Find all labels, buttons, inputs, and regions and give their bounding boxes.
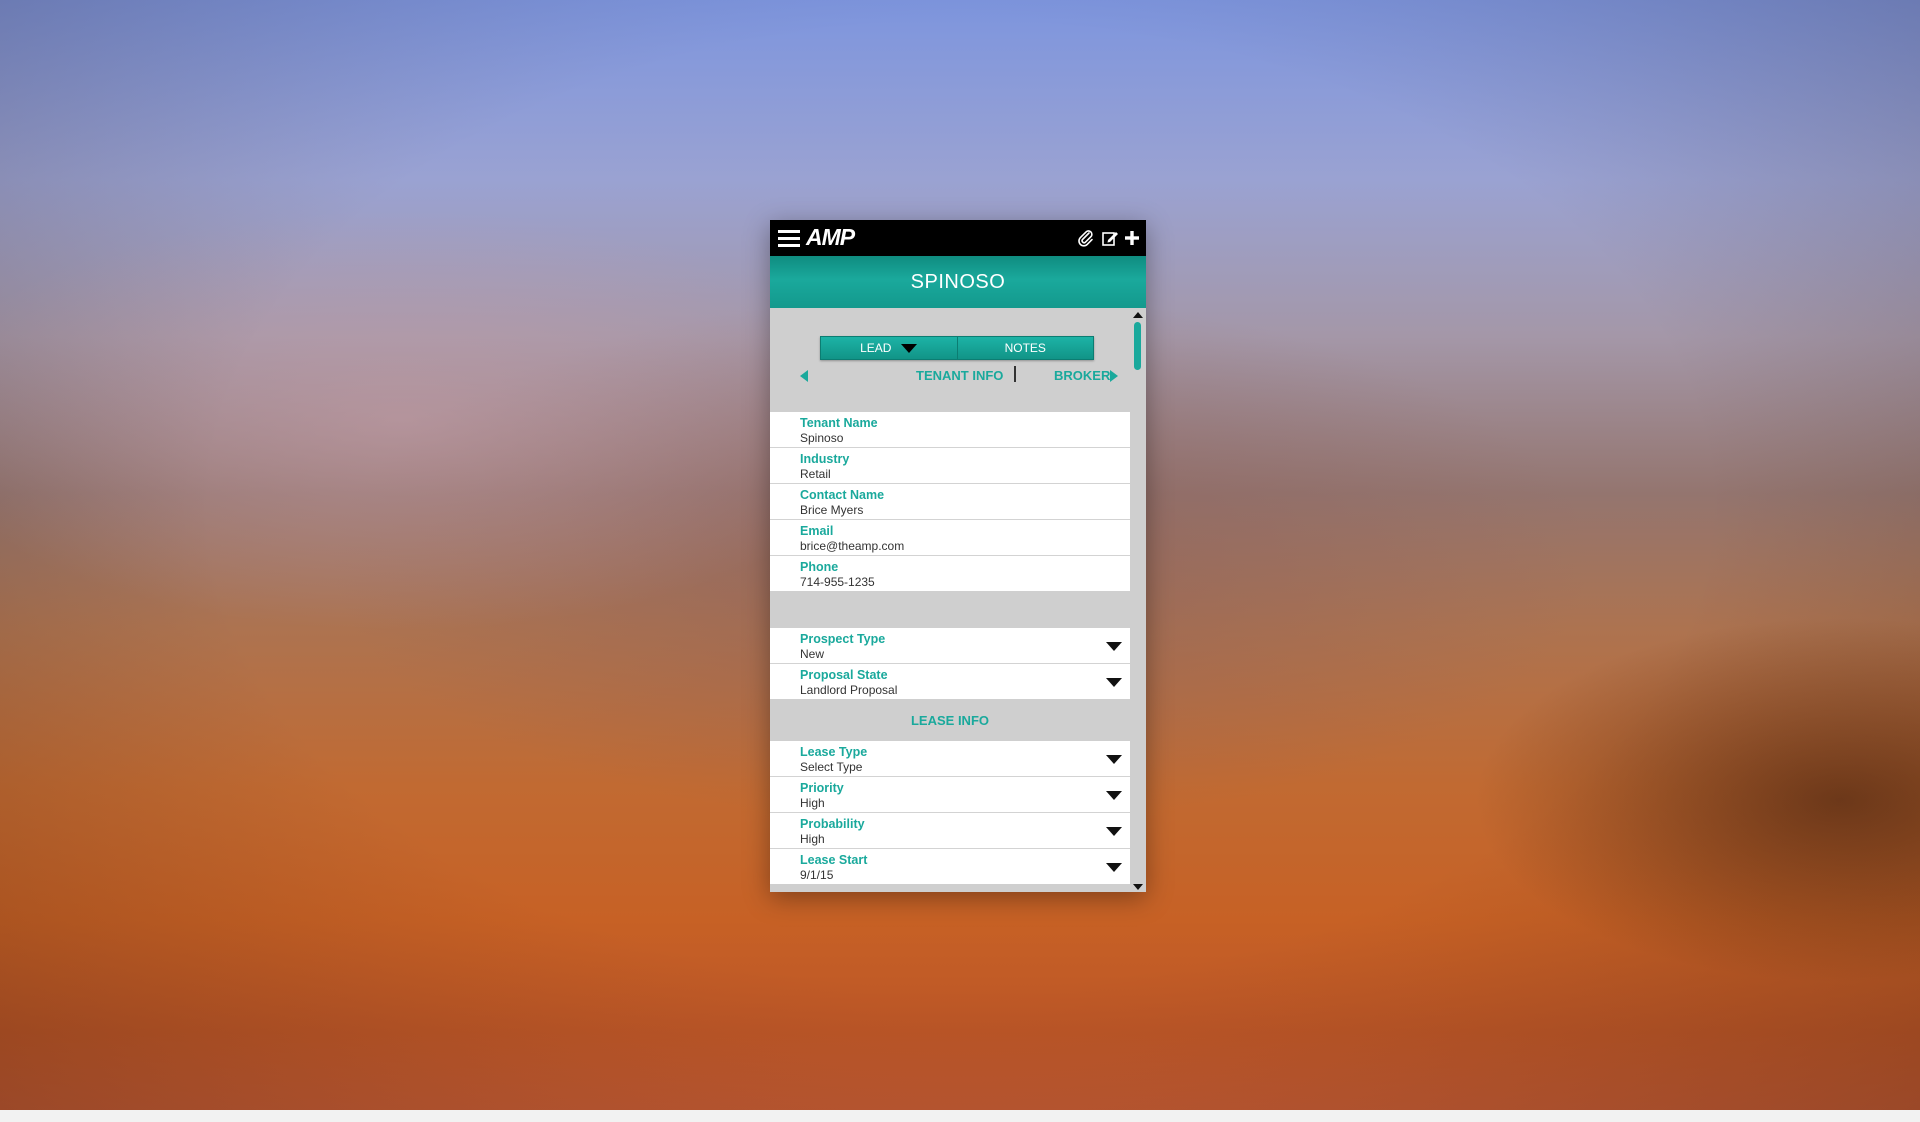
field-label: Phone <box>800 560 839 574</box>
email-field[interactable]: Email brice@theamp.com <box>770 520 1130 556</box>
field-value: Select Type <box>800 760 863 774</box>
contact-name-field[interactable]: Contact Name Brice Myers <box>770 484 1130 520</box>
tab-broker[interactable]: BROKER <box>1054 368 1110 383</box>
prev-arrow-icon[interactable] <box>800 370 808 382</box>
scroll-down-arrow-icon[interactable] <box>1133 884 1143 890</box>
chevron-down-icon <box>1106 827 1122 836</box>
lease-type-select[interactable]: Lease Type Select Type <box>770 741 1130 777</box>
field-value: High <box>800 796 825 810</box>
chevron-down-icon <box>1106 863 1122 872</box>
field-label: Tenant Name <box>800 416 878 430</box>
field-value: High <box>800 832 825 846</box>
lease-start-select[interactable]: Lease Start 9/1/15 <box>770 849 1130 884</box>
paperclip-icon[interactable] <box>1076 228 1096 248</box>
form-scroll-area[interactable]: LEAD NOTES TENANT INFO BROKER Tenant Nam… <box>770 308 1146 892</box>
chevron-down-icon <box>901 344 918 354</box>
vertical-scrollbar[interactable] <box>1130 308 1146 892</box>
proposal-state-select[interactable]: Proposal State Landlord Proposal <box>770 664 1130 699</box>
field-label: Lease Type <box>800 745 868 759</box>
section-nav: TENANT INFO BROKER <box>770 364 1130 388</box>
notes-button[interactable]: NOTES <box>957 337 1093 359</box>
field-label: Priority <box>800 781 844 795</box>
app-logo: AMP <box>806 224 855 250</box>
phone-field[interactable]: Phone 714-955-1235 <box>770 556 1130 591</box>
priority-select[interactable]: Priority High <box>770 777 1130 813</box>
top-bar: AMP <box>770 220 1146 256</box>
lease-info-group: Lease Type Select Type Priority High Pro… <box>770 741 1130 884</box>
field-label: Probability <box>800 817 865 831</box>
field-value: Landlord Proposal <box>800 683 898 697</box>
scrollbar-thumb[interactable] <box>1134 322 1141 370</box>
field-value: Brice Myers <box>800 503 864 517</box>
next-arrow-icon[interactable] <box>1110 370 1118 382</box>
app-window: AMP SPINOSO LEAD NOTES TENANT INFO BROKE… <box>770 220 1146 892</box>
record-title: SPINOSO <box>770 256 1146 308</box>
chevron-down-icon <box>1106 755 1122 764</box>
tenant-info-group: Tenant Name Spinoso Industry Retail Cont… <box>770 412 1130 591</box>
chevron-down-icon <box>1106 678 1122 687</box>
field-label: Lease Start <box>800 853 868 867</box>
field-value: brice@theamp.com <box>800 539 905 553</box>
scroll-up-arrow-icon[interactable] <box>1133 312 1143 318</box>
lead-label: LEAD <box>860 341 892 355</box>
tenant-name-field[interactable]: Tenant Name Spinoso <box>770 412 1130 448</box>
tab-tenant-info[interactable]: TENANT INFO <box>916 368 1003 383</box>
field-label: Contact Name <box>800 488 885 502</box>
plus-icon[interactable] <box>1122 228 1142 248</box>
industry-field[interactable]: Industry Retail <box>770 448 1130 484</box>
probability-select[interactable]: Probability High <box>770 813 1130 849</box>
edit-icon[interactable] <box>1100 228 1120 248</box>
field-value: Spinoso <box>800 431 844 445</box>
lead-dropdown-button[interactable]: LEAD <box>821 337 958 359</box>
field-label: Industry <box>800 452 850 466</box>
field-label: Email <box>800 524 834 538</box>
field-value: Retail <box>800 467 831 481</box>
field-value: 714-955-1235 <box>800 575 875 589</box>
field-value: 9/1/15 <box>800 868 834 882</box>
field-label: Proposal State <box>800 668 888 682</box>
lease-info-heading: LEASE INFO <box>910 713 989 728</box>
chevron-down-icon <box>1106 642 1122 651</box>
field-value: New <box>800 647 825 661</box>
menu-icon[interactable] <box>778 228 800 248</box>
bottom-strip <box>0 1110 1920 1122</box>
status-group: Prospect Type New Proposal State Landlor… <box>770 628 1130 699</box>
chevron-down-icon <box>1106 791 1122 800</box>
view-segmented-control: LEAD NOTES <box>820 336 1094 360</box>
tab-divider <box>1014 366 1016 382</box>
field-label: Prospect Type <box>800 632 886 646</box>
prospect-type-select[interactable]: Prospect Type New <box>770 628 1130 664</box>
